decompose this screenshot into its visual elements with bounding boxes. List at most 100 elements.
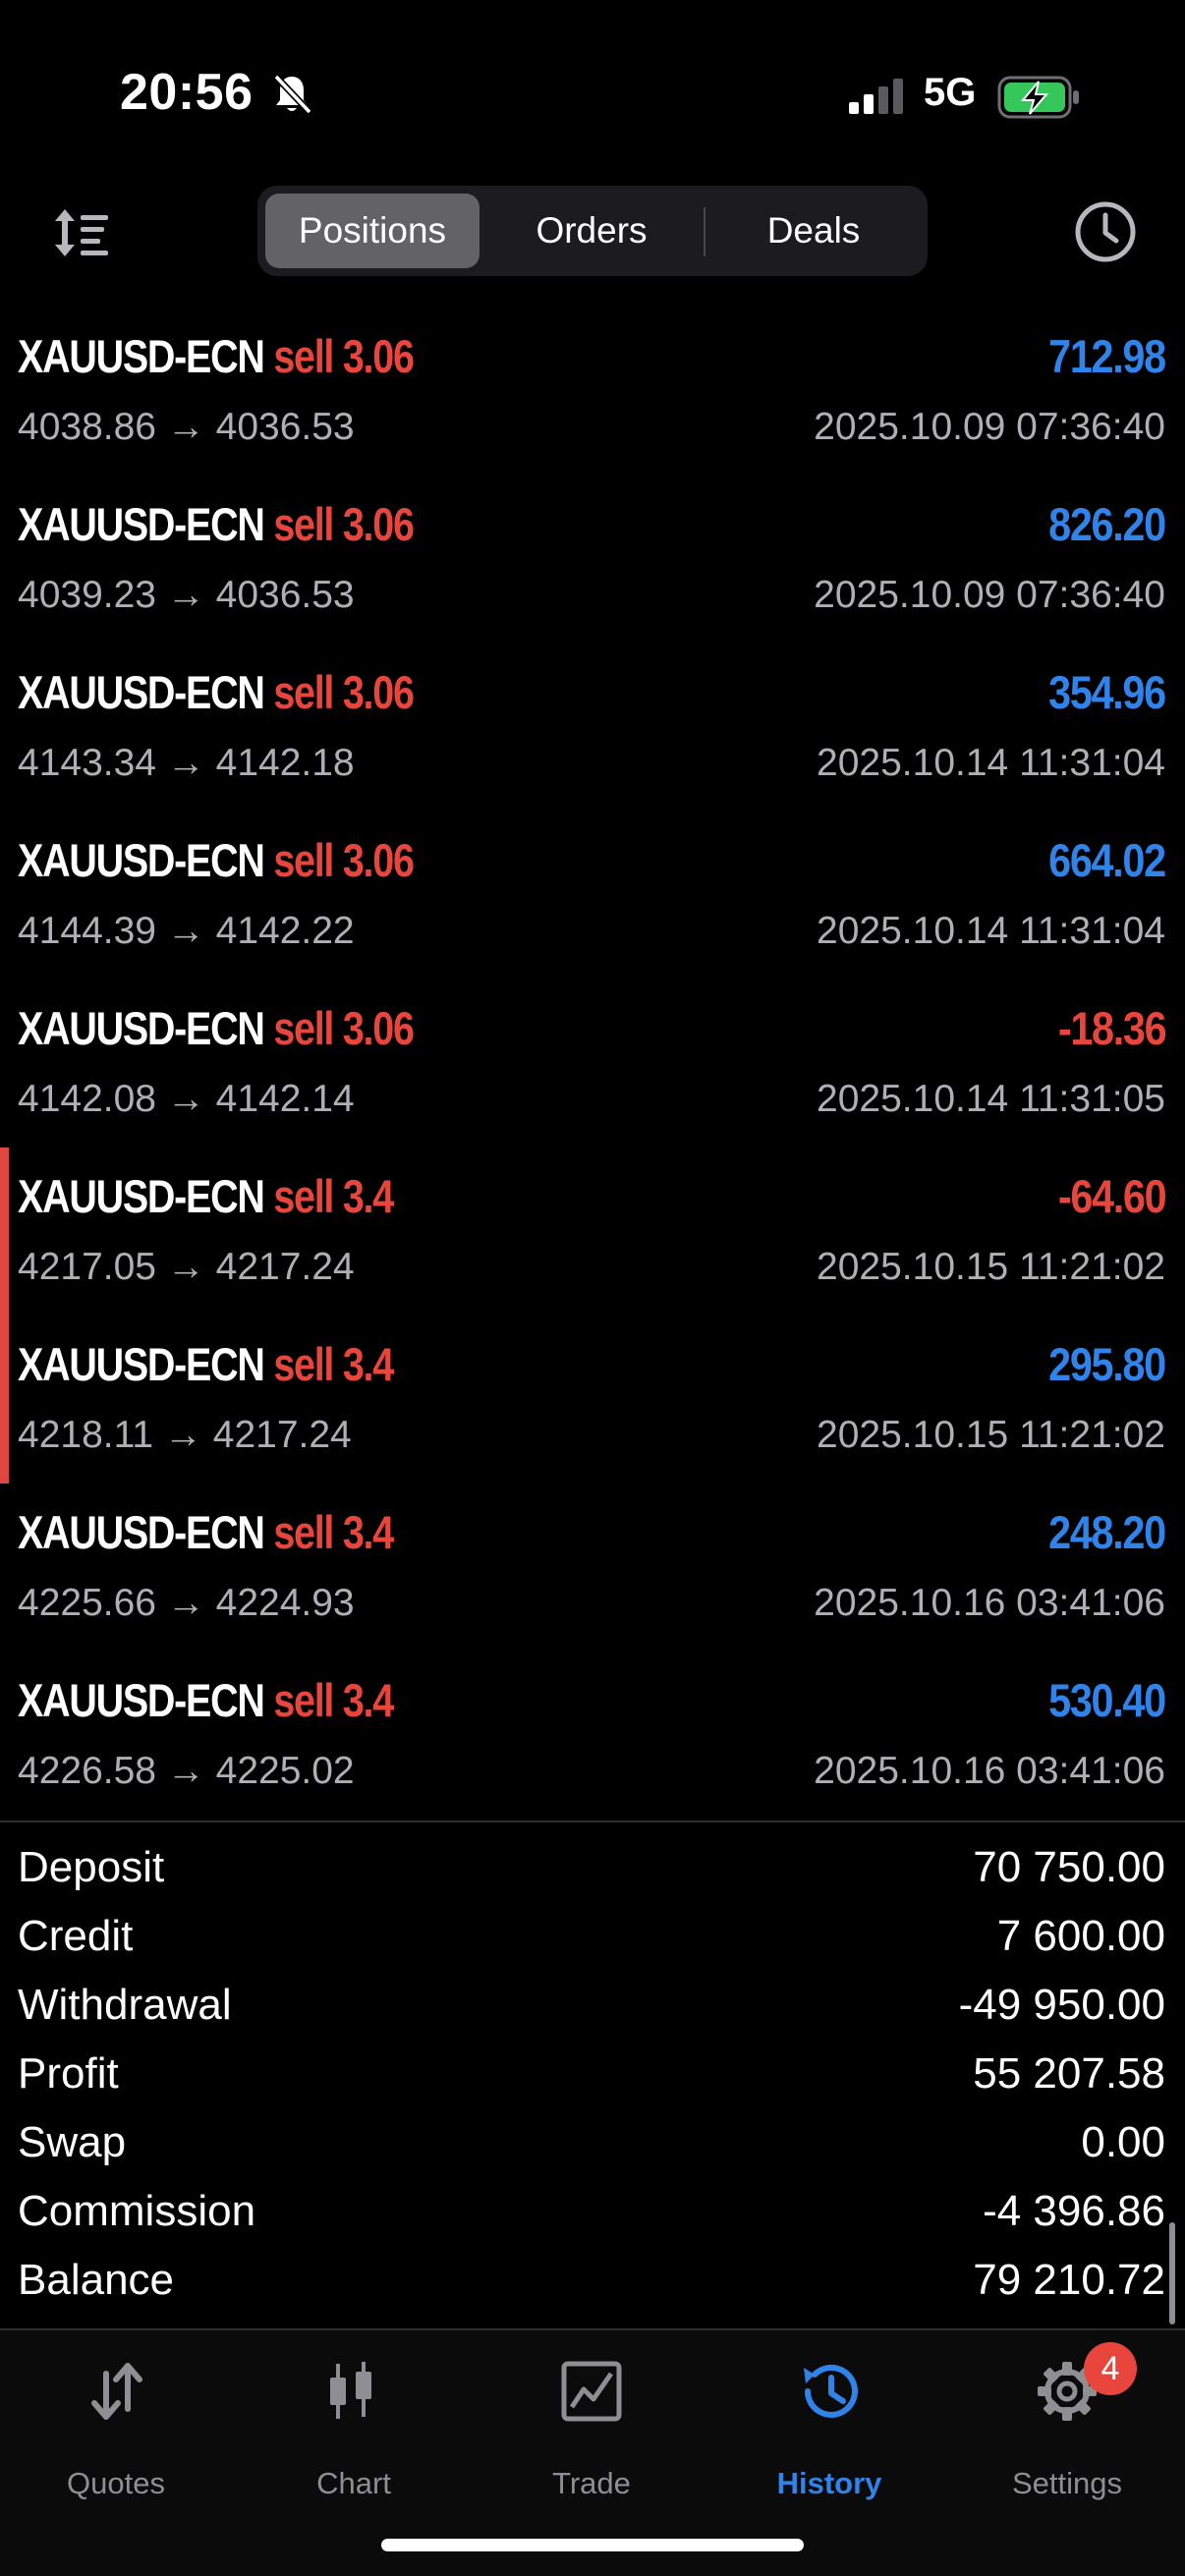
deal-prices: 4038.86 → 4036.53 <box>18 406 355 448</box>
deal-profit: 712.98 <box>1048 330 1166 382</box>
deal-time: 2025.10.16 03:41:06 <box>814 1750 1165 1792</box>
deal-type: sell 3.4 <box>273 1170 394 1222</box>
deal-title: XAUUSD-ECN sell 3.06 <box>18 665 415 719</box>
deal-time: 2025.10.15 11:21:02 <box>817 1414 1165 1456</box>
account-summary: Deposit 70 750.00 Credit 7 600.00 Withdrawal… <box>0 1835 1185 2317</box>
deal-type: sell 3.06 <box>273 330 415 382</box>
deal-type: sell 3.06 <box>273 834 415 886</box>
summary-divider <box>0 1820 1185 1822</box>
deal-type: sell 3.4 <box>273 1338 394 1390</box>
deal-time: 2025.10.14 11:31:04 <box>817 742 1165 784</box>
summary-label: Withdrawal <box>18 1981 232 2029</box>
summary-row: Swap 0.00 <box>0 2110 1185 2179</box>
deal-time: 2025.10.09 07:36:40 <box>814 406 1165 448</box>
deal-symbol: XAUUSD-ECN <box>18 498 265 550</box>
deal-prices: 4225.66 → 4224.93 <box>18 1582 355 1624</box>
candlestick-chart-icon <box>330 2362 371 2419</box>
deal-row[interactable]: XAUUSD-ECN sell 3.06 712.98 4038.86 → 4036… <box>0 308 1185 476</box>
deal-row[interactable]: XAUUSD-ECN sell 3.4 248.20 4225.66 → 4224.… <box>0 1484 1185 1652</box>
tab-positions[interactable]: Positions <box>265 194 480 268</box>
summary-label: Commission <box>18 2187 256 2235</box>
deal-prices: 4143.34 → 4142.18 <box>18 742 355 784</box>
tab-settings[interactable]: Settings <box>969 2360 1165 2500</box>
deal-profit: -64.60 <box>1057 1170 1167 1222</box>
deal-symbol: XAUUSD-ECN <box>18 1170 265 1222</box>
summary-row: Balance 79 210.72 <box>0 2248 1185 2317</box>
deal-row[interactable]: XAUUSD-ECN sell 3.06 664.02 4144.39 → 4142… <box>0 812 1185 980</box>
deal-title: XAUUSD-ECN sell 3.06 <box>18 833 415 887</box>
network-label: 5G <box>924 71 977 114</box>
clock-icon[interactable] <box>1073 199 1138 264</box>
deal-row[interactable]: XAUUSD-ECN sell 3.4 530.40 4226.58 → 4225.… <box>0 1652 1185 1820</box>
scrollbar[interactable] <box>1169 2222 1175 2324</box>
deal-prices: 4218.11 → 4217.24 <box>18 1414 352 1456</box>
deal-title: XAUUSD-ECN sell 3.4 <box>18 1169 394 1223</box>
battery-charging-icon <box>997 76 1079 119</box>
summary-value: 70 750.00 <box>973 1843 1165 1891</box>
summary-value: 55 207.58 <box>973 2049 1165 2098</box>
deal-profit: 295.80 <box>1048 1338 1166 1390</box>
deal-profit: -18.36 <box>1057 1002 1167 1054</box>
status-time: 20:56 <box>120 64 254 121</box>
summary-value: -4 396.86 <box>983 2187 1165 2235</box>
deal-symbol: XAUUSD-ECN <box>18 1506 265 1558</box>
deal-symbol: XAUUSD-ECN <box>18 1338 265 1390</box>
deal-symbol: XAUUSD-ECN <box>18 330 265 382</box>
deal-title: XAUUSD-ECN sell 3.4 <box>18 1505 394 1559</box>
summary-value: 79 210.72 <box>973 2256 1165 2304</box>
deal-title: XAUUSD-ECN sell 3.4 <box>18 1673 394 1727</box>
tab-chart[interactable]: Chart <box>255 2360 452 2500</box>
tab-label: History <box>776 2466 882 2500</box>
summary-row: Commission -4 396.86 <box>0 2179 1185 2248</box>
summary-value: 7 600.00 <box>996 1912 1165 1960</box>
deal-list: XAUUSD-ECN sell 3.06 712.98 4038.86 → 4036… <box>0 308 1185 1820</box>
settings-badge: 4 <box>1084 2342 1137 2395</box>
tab-history[interactable]: History <box>731 2360 928 2500</box>
deal-time: 2025.10.14 11:31:04 <box>817 910 1165 952</box>
deal-time: 2025.10.15 11:21:02 <box>817 1246 1165 1288</box>
tab-quotes[interactable]: Quotes <box>18 2360 214 2500</box>
summary-label: Profit <box>18 2049 119 2098</box>
deal-prices: 4039.23 → 4036.53 <box>18 574 355 616</box>
deal-type: sell 3.4 <box>273 1506 394 1558</box>
deal-row[interactable]: XAUUSD-ECN sell 3.06 826.20 4039.23 → 4036… <box>0 476 1185 644</box>
deal-symbol: XAUUSD-ECN <box>18 666 265 718</box>
segment-divider <box>704 207 705 256</box>
deal-row[interactable]: XAUUSD-ECN sell 3.06 -18.36 4142.08 → 4142… <box>0 980 1185 1148</box>
deal-profit: 248.20 <box>1048 1506 1166 1558</box>
deal-title: XAUUSD-ECN sell 3.06 <box>18 329 415 383</box>
tab-deals[interactable]: Deals <box>707 194 920 268</box>
tab-label: Trade <box>552 2466 631 2500</box>
deal-title: XAUUSD-ECN sell 3.06 <box>18 1001 415 1055</box>
tab-trade[interactable]: Trade <box>493 2360 690 2500</box>
deal-symbol: XAUUSD-ECN <box>18 1002 265 1054</box>
summary-value: 0.00 <box>1081 2118 1165 2166</box>
summary-row: Deposit 70 750.00 <box>0 1835 1185 1904</box>
tab-orders[interactable]: Orders <box>481 194 702 268</box>
tab-label: Quotes <box>67 2466 165 2500</box>
deal-row[interactable]: XAUUSD-ECN sell 3.4 -64.60 4217.05 → 4217.… <box>0 1148 1185 1316</box>
deal-prices: 4144.39 → 4142.22 <box>18 910 355 952</box>
sort-icon[interactable] <box>49 201 112 264</box>
deal-row[interactable]: XAUUSD-ECN sell 3.4 295.80 4218.11 → 4217.… <box>0 1316 1185 1484</box>
deal-profit: 354.96 <box>1048 666 1166 718</box>
status-bar: 20:56 5G <box>0 0 1185 177</box>
deal-type: sell 3.06 <box>273 498 415 550</box>
deal-time: 2025.10.14 11:31:05 <box>817 1078 1165 1120</box>
deal-symbol: XAUUSD-ECN <box>18 1674 265 1726</box>
deal-prices: 4142.08 → 4142.14 <box>18 1078 355 1120</box>
deal-marker <box>0 1148 9 1316</box>
deal-title: XAUUSD-ECN sell 3.06 <box>18 497 415 551</box>
deal-profit: 530.40 <box>1048 1674 1166 1726</box>
deal-type: sell 3.06 <box>273 1002 415 1054</box>
deal-type: sell 3.4 <box>273 1674 394 1726</box>
deal-row[interactable]: XAUUSD-ECN sell 3.06 354.96 4143.34 → 4142… <box>0 644 1185 812</box>
summary-label: Balance <box>18 2256 175 2304</box>
quotes-arrows-icon <box>91 2363 142 2420</box>
deal-prices: 4217.05 → 4217.24 <box>18 1246 355 1288</box>
home-indicator[interactable] <box>381 2539 804 2551</box>
trade-chart-icon <box>561 2361 622 2422</box>
summary-row: Profit 55 207.58 <box>0 2042 1185 2110</box>
summary-row: Withdrawal -49 950.00 <box>0 1973 1185 2042</box>
deal-marker <box>0 1316 9 1484</box>
